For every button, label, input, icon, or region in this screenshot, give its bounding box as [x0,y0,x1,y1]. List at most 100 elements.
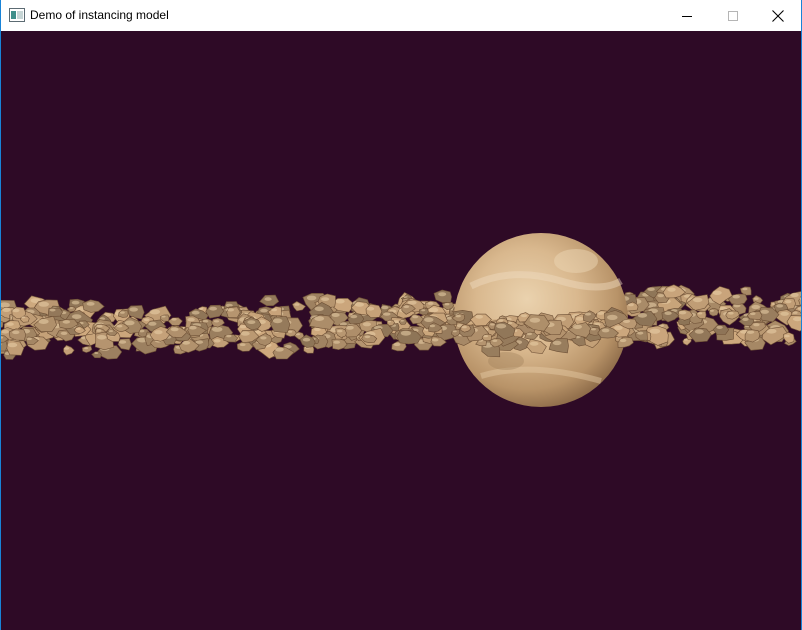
asteroid-highlight [314,306,324,312]
asteroid-highlight [118,340,127,344]
asteroid-highlight [444,303,450,306]
asteroid-highlight [526,332,533,336]
asteroid-highlight [350,314,358,319]
asteroid-highlight [496,323,507,329]
asteroid-highlight [239,343,246,347]
asteroid-highlight [750,312,756,316]
minimize-button[interactable] [664,0,710,31]
asteroid-highlight [211,326,223,332]
maximize-icon [728,10,738,21]
asteroid-highlight [716,325,723,329]
asteroid-highlight [742,287,748,291]
asteroid-highlight [337,329,343,333]
asteroid-highlight [64,347,70,350]
asteroid-highlight [84,347,89,350]
asteroid-highlight [213,320,220,323]
asteroid-highlight [607,314,618,320]
asteroid-highlight [697,312,703,315]
asteroid-highlight [427,301,434,305]
asteroid-highlight [492,339,498,342]
app-window-icon [9,8,25,22]
asteroid-highlight [294,303,300,306]
asteroid-highlight [171,318,177,321]
asteroid-highlight [694,329,704,334]
asteroid-highlight [154,330,163,335]
asteroid-highlight [732,294,740,299]
window-title: Demo of instancing model [30,8,169,22]
asteroid-highlight [170,327,179,332]
asteroid-highlight [647,287,655,292]
asteroid-highlight [412,315,419,319]
asteroid-highlight [431,338,439,342]
asteroid-highlight [446,316,453,320]
asteroid-highlight [331,313,340,317]
asteroid-highlight [393,342,401,347]
asteroid-highlight [657,294,664,298]
asteroid-highlight [96,324,103,328]
asteroid-highlight [475,314,484,319]
render-viewport[interactable] [1,31,801,630]
asteroid-highlight [712,290,722,295]
asteroid-highlight [296,333,300,336]
asteroid-highlight [148,321,157,326]
asteroid-highlight [271,308,278,312]
asteroid [226,306,241,319]
asteroid-highlight [227,308,235,312]
asteroid-highlight [461,325,467,329]
asteroid-highlight [69,307,74,309]
asteroid-highlight [780,311,789,316]
asteroid-highlight [345,325,354,330]
asteroid-highlight [622,319,631,323]
asteroid-highlight [784,300,792,304]
asteroid-highlight [572,324,583,330]
asteroid-highlight [275,347,284,352]
asteroid-highlight [209,306,218,311]
asteroid-highlight [314,327,321,332]
asteroid-highlight [421,309,426,312]
asteroid [365,303,383,318]
asteroid-highlight [742,317,749,321]
asteroid-highlight [627,303,634,307]
asteroid-highlight [182,340,191,345]
asteroid-highlight [306,295,317,301]
asteroid [481,333,492,342]
asteroid-highlight [790,292,799,298]
asteroid-highlight [452,330,457,333]
asteroid-highlight [188,325,197,330]
asteroid-highlight [683,338,689,341]
asteroid-highlight [424,317,434,323]
asteroid-highlight [7,342,18,348]
asteroid-highlight [333,340,341,344]
asteroid-highlight [60,331,68,335]
asteroid-highlight [597,311,605,315]
minimize-icon [682,15,692,17]
asteroid-highlight [601,328,610,333]
asteroid-highlight [575,316,584,321]
asteroid-highlight [354,302,364,307]
close-button[interactable] [755,0,801,31]
asteroid-highlight [38,301,49,307]
asteroid-highlight [529,341,539,346]
asteroid-highlight [529,317,541,323]
asteroid-highlight [692,297,703,303]
asteroid-highlight [381,305,389,310]
asteroid-highlight [753,323,760,327]
asteroid-highlight [288,330,293,333]
asteroid-highlight [438,292,447,297]
asteroid-highlight [776,304,784,308]
asteroid-highlight [614,325,623,330]
asteroid-highlight [403,305,410,309]
asteroid-highlight [240,331,250,336]
asteroid-highlight [94,352,99,354]
asteroid-highlight [584,312,592,316]
asteroid-highlight [149,309,161,315]
asteroid-highlight [97,335,107,340]
asteroid-highlight [667,287,676,292]
asteroid-highlight [760,309,769,314]
maximize-button[interactable] [710,0,756,31]
asteroid-highlight [76,327,81,330]
asteroid-highlight [664,311,672,316]
asteroid-highlight [520,314,528,318]
title-bar[interactable]: Demo of instancing model [1,0,801,31]
asteroid-highlight [49,308,56,312]
